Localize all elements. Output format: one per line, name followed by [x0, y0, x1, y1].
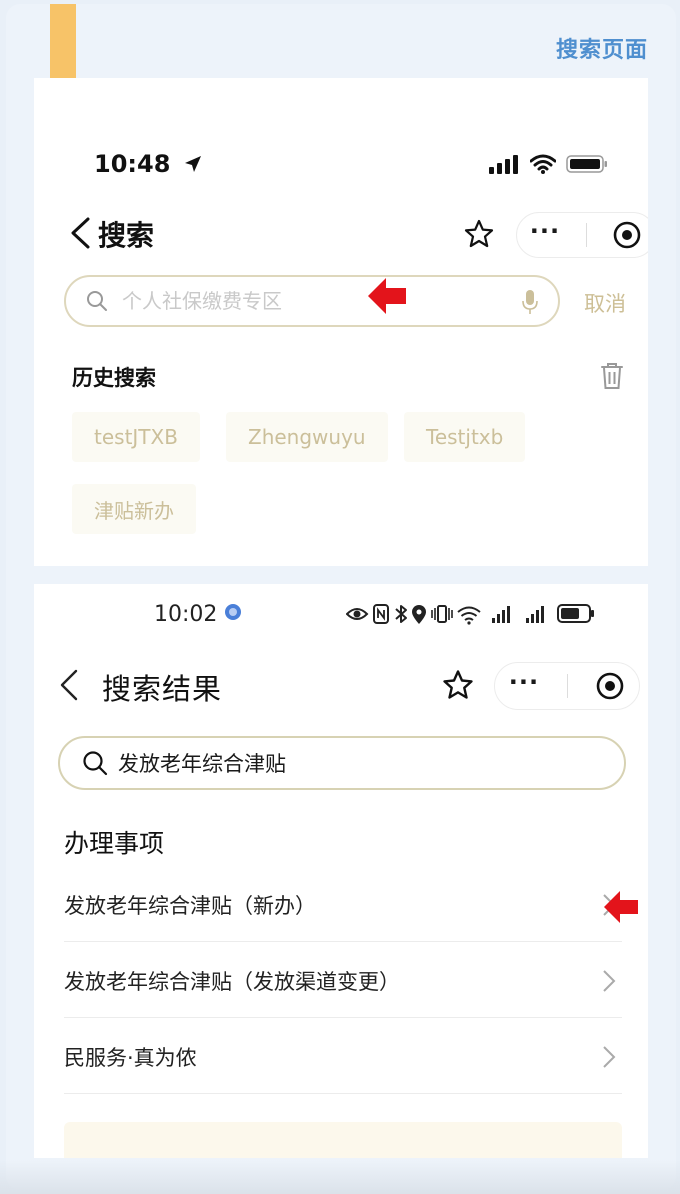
more-dots-icon[interactable]: ··· [509, 670, 539, 694]
search-bar[interactable] [64, 275, 560, 327]
trash-icon[interactable] [600, 362, 624, 390]
result-label: 民服务·真为侬 [64, 1045, 197, 1070]
history-chip[interactable]: Zhengwuyu [226, 412, 388, 462]
signal-4g-icon [492, 606, 510, 623]
bottom-fade [0, 1160, 680, 1194]
capsule-divider [566, 674, 568, 698]
red-arrow-icon [604, 891, 638, 923]
screenshot-search-page: 10:48 搜索 ··· 个人社保缴费专区 取消 历史搜索 testJTXB Z… [34, 78, 648, 566]
banner-placeholder [64, 1122, 622, 1158]
battery-icon [557, 604, 594, 623]
result-row[interactable]: 民服务·真为侬 [64, 1020, 622, 1094]
location-pin-icon [412, 605, 426, 624]
page-title: 搜索结果 [102, 672, 223, 706]
page-title: 搜索 [98, 219, 155, 252]
star-icon[interactable] [464, 219, 494, 249]
result-label: 发放老年综合津贴（新办） [64, 893, 316, 918]
back-chevron-icon[interactable] [58, 668, 80, 702]
result-row[interactable]: 发放老年综合津贴（新办） [64, 868, 622, 942]
back-chevron-icon[interactable] [68, 216, 92, 250]
cancel-button[interactable]: 取消 [584, 288, 626, 318]
history-chip[interactable]: Testjtxb [404, 412, 526, 462]
history-chip[interactable]: testJTXB [72, 412, 200, 462]
capsule-divider [585, 223, 587, 247]
target-icon[interactable] [595, 671, 625, 701]
wifi-icon [530, 154, 556, 174]
search-input[interactable] [122, 287, 502, 315]
corner-title: 搜索页面 [555, 38, 648, 63]
chevron-right-icon [603, 969, 616, 992]
nfc-icon [373, 604, 389, 624]
history-chip[interactable]: 津贴新办 [72, 484, 196, 534]
section-title: 办理事项 [64, 829, 165, 858]
search-bar[interactable] [58, 736, 626, 790]
eye-icon [346, 608, 369, 620]
vibrate-icon [431, 605, 453, 623]
mic-icon[interactable] [522, 289, 538, 315]
result-row[interactable]: 发放老年综合津贴（发放渠道变更） [64, 944, 622, 1018]
screenshot-search-results: 10:02 搜索结果 ··· 发放老年综合津贴 办理事项 发放老年综合津贴（新办… [34, 584, 648, 1158]
more-dots-icon[interactable]: ··· [530, 219, 560, 243]
bluetooth-icon [395, 605, 407, 623]
wifi-icon [457, 606, 481, 625]
status-bar-time: 10:48 [94, 150, 203, 178]
app-dot-icon [225, 604, 242, 620]
red-arrow-icon [368, 278, 406, 314]
mini-program-capsule: ··· [516, 212, 648, 258]
mini-program-capsule: ··· [494, 662, 640, 710]
status-bar-time: 10:02 [154, 602, 242, 627]
star-icon[interactable] [442, 669, 474, 701]
result-label: 发放老年综合津贴（发放渠道变更） [64, 969, 400, 994]
chevron-right-icon [603, 1045, 616, 1068]
status-bar-icons [346, 604, 594, 625]
status-bar-icons [488, 154, 608, 174]
location-arrow-icon [184, 156, 201, 172]
history-section-title: 历史搜索 [72, 366, 156, 390]
signal-5g-icon [526, 606, 544, 623]
signal-icon [489, 155, 518, 174]
search-input[interactable] [118, 748, 598, 778]
target-icon[interactable] [612, 220, 642, 250]
search-icon [83, 751, 108, 776]
battery-icon [566, 155, 607, 173]
search-icon [87, 291, 107, 311]
